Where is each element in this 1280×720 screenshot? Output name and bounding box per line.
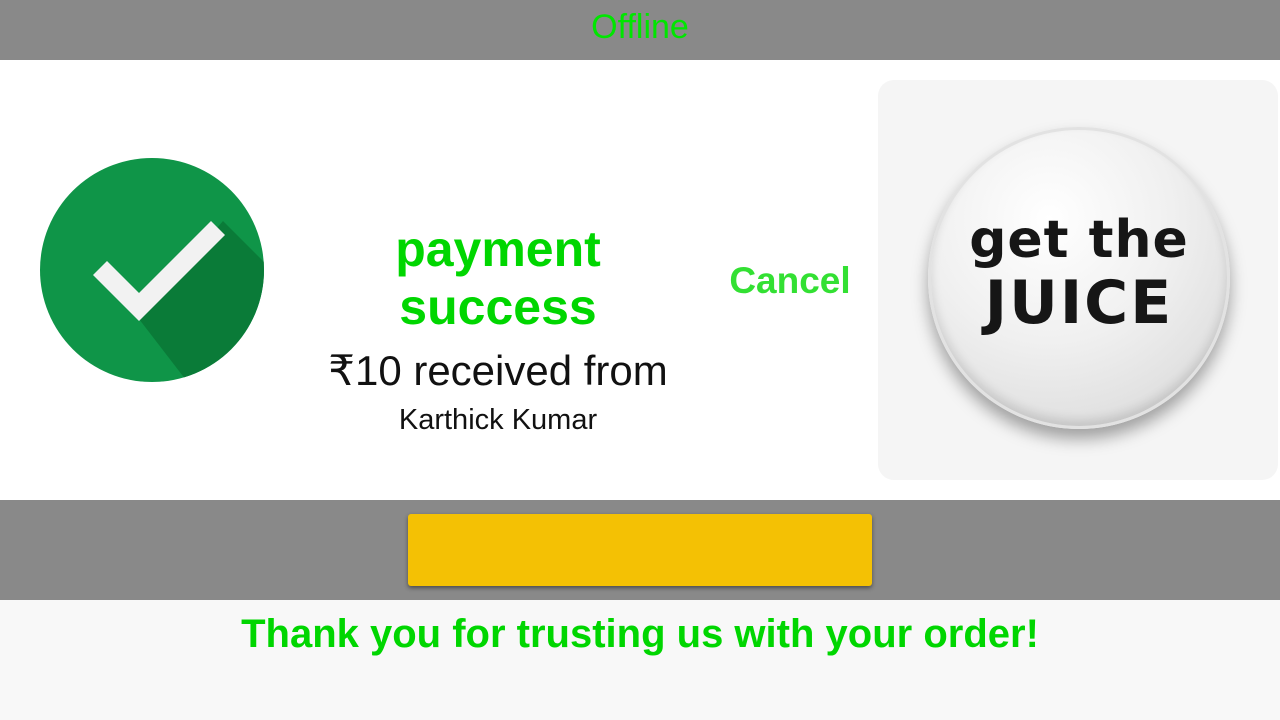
brand-logo-card: get the JUICE: [878, 80, 1278, 480]
brand-logo-line1: get the: [969, 210, 1189, 270]
action-bar: [0, 500, 1280, 600]
brand-logo-text: get the JUICE: [931, 212, 1227, 336]
payment-amount: ₹10 received from: [328, 347, 668, 394]
thank-you-message: Thank you for trusting us with your orde…: [241, 612, 1039, 656]
brand-logo-line2: JUICE: [984, 268, 1174, 338]
primary-action-button[interactable]: [408, 514, 872, 586]
cancel-button[interactable]: Cancel: [720, 258, 860, 304]
payment-panel: payment success ₹10 received from Karthi…: [0, 60, 1280, 500]
brand-logo: get the JUICE: [928, 127, 1230, 429]
payment-message: payment success ₹10 received from Karthi…: [290, 220, 706, 438]
connection-status: Offline: [591, 8, 689, 46]
footer: Thank you for trusting us with your orde…: [0, 600, 1280, 720]
payment-status-title: payment success: [395, 221, 601, 335]
status-bar: Offline: [0, 0, 1280, 60]
check-circle-icon: [40, 158, 264, 382]
sender-name: Karthick Kumar: [398, 404, 598, 436]
